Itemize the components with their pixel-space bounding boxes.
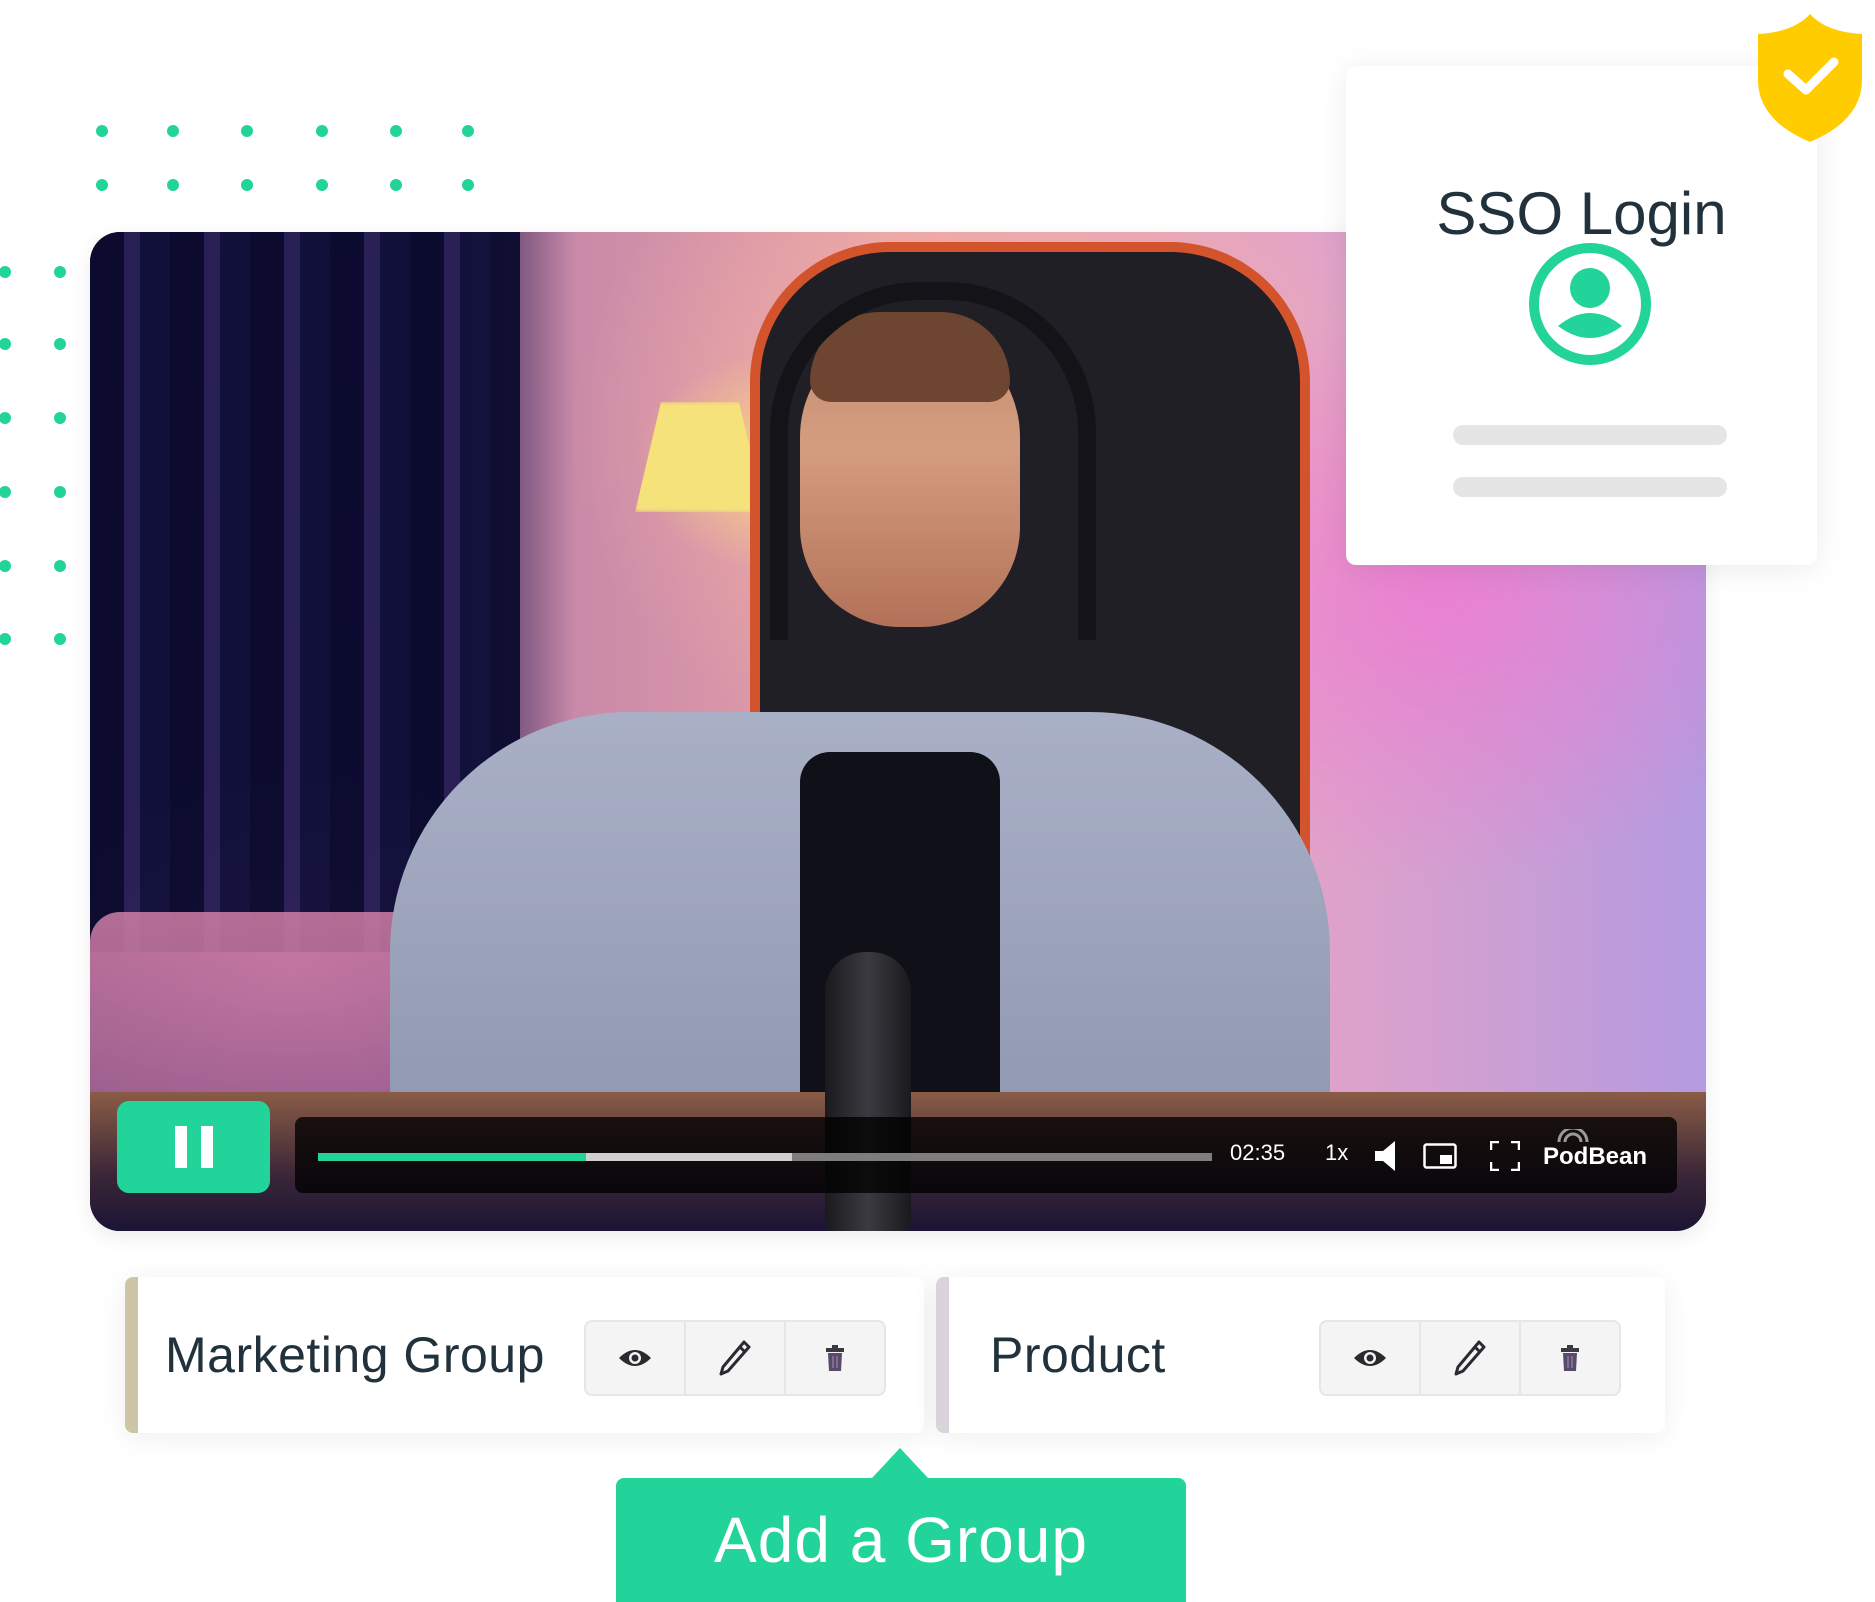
decorative-dot xyxy=(0,486,11,498)
decorative-dot xyxy=(96,179,108,191)
view-group-button[interactable] xyxy=(586,1322,686,1394)
pencil-icon xyxy=(1454,1340,1486,1376)
decorative-dot xyxy=(0,560,11,572)
sso-login-card[interactable]: SSO Login xyxy=(1346,66,1817,565)
sso-username-placeholder xyxy=(1453,425,1727,445)
group-name: Product xyxy=(990,1327,1166,1383)
picture-in-picture-icon[interactable] xyxy=(1423,1143,1457,1169)
add-group-button[interactable]: Add a Group xyxy=(616,1448,1186,1602)
delete-group-button[interactable] xyxy=(1521,1322,1619,1394)
decorative-dot xyxy=(0,633,11,645)
group-card-marketing: Marketing Group xyxy=(125,1277,924,1433)
user-circle-icon xyxy=(1529,243,1651,365)
podbean-logo[interactable]: PodBean xyxy=(1543,1129,1647,1170)
eye-icon xyxy=(619,1350,651,1366)
sso-title: SSO Login xyxy=(1436,180,1727,247)
decorative-dot xyxy=(390,125,402,137)
edit-group-button[interactable] xyxy=(686,1322,786,1394)
decorative-dot xyxy=(241,125,253,137)
group-name: Marketing Group xyxy=(165,1327,545,1383)
group-color-marker xyxy=(936,1277,949,1433)
decorative-dot xyxy=(316,179,328,191)
decorative-dot xyxy=(54,486,66,498)
podbean-signal-icon xyxy=(1557,1129,1589,1143)
decorative-dot xyxy=(316,125,328,137)
eye-icon xyxy=(1354,1350,1386,1366)
decorative-dot xyxy=(167,125,179,137)
video-scene-headphones xyxy=(770,282,1096,640)
decorative-dot xyxy=(0,266,11,278)
decorative-dot xyxy=(54,633,66,645)
decorative-dot xyxy=(54,266,66,278)
current-time: 02:35 xyxy=(1230,1140,1286,1165)
trash-icon xyxy=(1561,1345,1579,1371)
edit-group-button[interactable] xyxy=(1421,1322,1521,1394)
decorative-dot xyxy=(96,125,108,137)
decorative-dot xyxy=(54,338,66,350)
decorative-dot xyxy=(54,412,66,424)
podbean-label: PodBean xyxy=(1543,1143,1648,1170)
view-group-button[interactable] xyxy=(1321,1322,1421,1394)
progress-bar[interactable] xyxy=(318,1153,1212,1161)
decorative-dot xyxy=(241,179,253,191)
decorative-dot xyxy=(54,560,66,572)
pause-icon xyxy=(174,1126,213,1168)
decorative-dot xyxy=(462,179,474,191)
shield-check-icon xyxy=(1758,14,1862,142)
playback-speed-button[interactable]: 1x xyxy=(1325,1140,1348,1166)
group-actions xyxy=(1319,1320,1621,1396)
volume-icon[interactable] xyxy=(1375,1141,1401,1171)
trash-icon xyxy=(826,1345,844,1371)
decorative-dot xyxy=(462,125,474,137)
video-scene-lamp xyxy=(635,402,765,512)
progress-played xyxy=(318,1153,587,1161)
decorative-dot xyxy=(390,179,402,191)
decorative-dot xyxy=(0,412,11,424)
player-control-bar: 02:35 1x PodBean xyxy=(295,1117,1677,1193)
pencil-icon xyxy=(719,1340,751,1376)
sso-password-placeholder xyxy=(1453,477,1727,497)
decorative-dot xyxy=(167,179,179,191)
decorative-dot xyxy=(0,338,11,350)
fullscreen-icon[interactable] xyxy=(1490,1141,1520,1171)
group-color-marker xyxy=(125,1277,138,1433)
group-actions xyxy=(584,1320,886,1396)
delete-group-button[interactable] xyxy=(786,1322,884,1394)
group-card-product: Product xyxy=(936,1277,1665,1433)
pause-button[interactable] xyxy=(117,1101,270,1193)
